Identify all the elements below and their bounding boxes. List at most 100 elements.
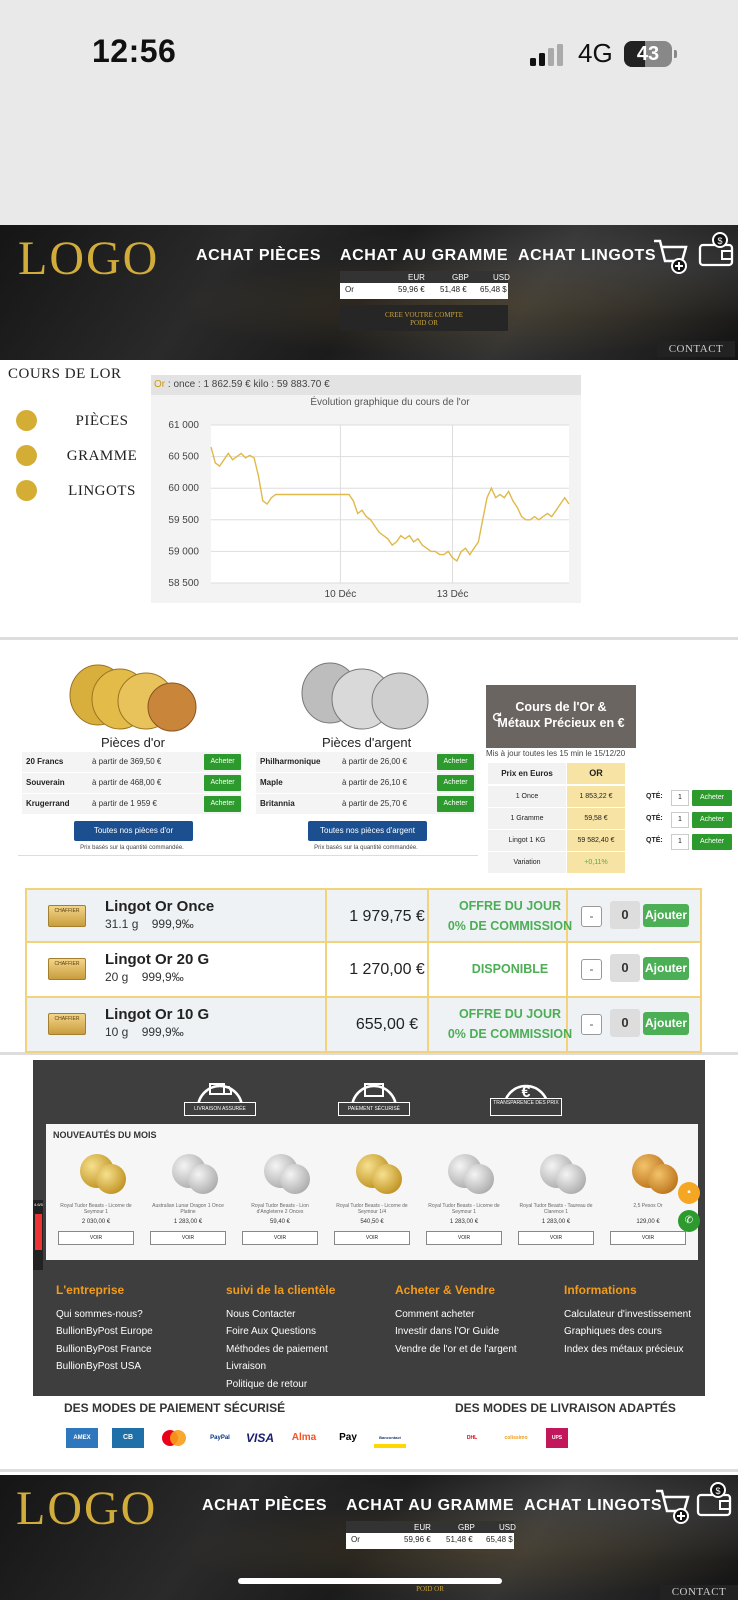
footer-link[interactable]: BullionByPost Europe <box>56 1323 153 1341</box>
gold-price-table: EUR GBP USD Or 59,96 €51,48 €65,48 $ <box>346 1521 516 1549</box>
buy-button[interactable]: Acheter <box>437 796 474 812</box>
qty-input[interactable]: 0 <box>610 954 640 982</box>
decrease-button[interactable]: - <box>581 1014 602 1035</box>
add-button[interactable]: Ajouter <box>643 904 689 927</box>
contact-link[interactable]: CONTACT <box>660 1585 738 1600</box>
add-button[interactable]: Ajouter <box>643 1012 689 1035</box>
footer-link[interactable]: Vendre de l'or et de l'argent <box>395 1341 517 1359</box>
product-card[interactable]: 2,5 Pesos Or 129,00 € VOIR <box>610 1154 686 1260</box>
wallet-icon[interactable]: $ <box>696 1481 734 1519</box>
view-button[interactable]: VOIR <box>610 1231 686 1245</box>
create-account-link[interactable]: POID OR <box>346 1585 514 1599</box>
site-header: LOGO ACHAT PIÈCES ACHAT AU GRAMME ACHAT … <box>0 225 738 360</box>
buy-button[interactable]: Acheter <box>437 754 474 770</box>
product-card[interactable]: Royal Tudor Beasts - Licorne de Seymour … <box>334 1154 410 1260</box>
product-card[interactable]: Royal Tudor Beasts - Taureau de Clarence… <box>518 1154 594 1260</box>
qty-input[interactable]: 0 <box>610 901 640 929</box>
product-card[interactable]: Royal Tudor Beasts - Lion d'Angleterre 2… <box>242 1154 318 1260</box>
qty-input[interactable]: 1 <box>671 834 689 850</box>
menu-gramme[interactable]: GRAMME <box>16 445 156 467</box>
gold-price-table: EUR GBP USD Or 59,96 €51,48 €65,48 $ <box>340 271 510 299</box>
site-logo[interactable]: LOGO <box>16 1481 157 1536</box>
x-tick-label: 10 Déc <box>325 589 357 600</box>
nav-achat-gramme[interactable]: ACHAT AU GRAMME <box>346 1497 514 1515</box>
footer-link[interactable]: Politique de retour <box>226 1376 335 1394</box>
footer-link[interactable]: Livraison <box>226 1358 335 1376</box>
buy-button[interactable]: Acheter <box>204 796 241 812</box>
product-name: Royal Tudor Beasts - Lion d'Angleterre 2… <box>251 1203 309 1215</box>
payment-title: DES MODES DE PAIEMENT SÉCURISÉ <box>64 1401 286 1415</box>
nav-achat-lingots[interactable]: ACHAT LINGOTS <box>524 1497 662 1515</box>
y-tick-label: 60 500 <box>168 452 199 463</box>
menu-pieces[interactable]: PIÈCES <box>16 410 156 432</box>
footer-link[interactable]: Nous Contacter <box>226 1306 335 1324</box>
view-button[interactable]: VOIR <box>334 1231 410 1245</box>
footer-link[interactable]: Comment acheter <box>395 1306 517 1324</box>
home-indicator[interactable] <box>238 1578 502 1584</box>
menu-lingots[interactable]: LINGOTS <box>16 480 156 502</box>
badge-livraison: LIVRAISON ASSURÉE <box>184 1064 256 1116</box>
view-button[interactable]: VOIR <box>58 1231 134 1245</box>
footer-link[interactable]: Qui sommes-nous? <box>56 1306 153 1324</box>
nav-achat-pieces[interactable]: ACHAT PIÈCES <box>196 247 321 265</box>
footer-link[interactable]: Index des métaux précieux <box>564 1341 691 1359</box>
footer-link[interactable]: Graphiques des cours <box>564 1323 691 1341</box>
colissimo-icon: colissimo <box>504 1435 528 1441</box>
view-button[interactable]: VOIR <box>518 1231 594 1245</box>
product-name: Australian Lunar Dragon 1 Once Platine <box>152 1203 224 1215</box>
footer-link[interactable]: Calculateur d'investissement <box>564 1306 691 1324</box>
gold-coins-title: Pièces d'or <box>101 735 165 750</box>
view-button[interactable]: VOIR <box>150 1231 226 1245</box>
nav-achat-pieces[interactable]: ACHAT PIÈCES <box>202 1497 327 1515</box>
price-note: Prix basés sur la quantité commandée. <box>314 845 418 851</box>
qty-input[interactable]: 1 <box>671 812 689 828</box>
ingot-image: CHAFFIER <box>48 1013 86 1035</box>
buy-button[interactable]: Acheter <box>204 775 241 791</box>
x-tick-label: 13 Déc <box>437 589 469 600</box>
qty-input[interactable]: 1 <box>671 790 689 806</box>
status-bar: 12:56 4G 43 <box>0 0 738 225</box>
cart-add-icon[interactable] <box>654 1485 694 1525</box>
product-card[interactable]: Australian Lunar Dragon 1 Once Platine 1 … <box>150 1154 226 1260</box>
add-button[interactable]: Ajouter <box>643 957 689 980</box>
footer-link[interactable]: Investir dans l'Or Guide <box>395 1323 517 1341</box>
all-silver-coins-button[interactable]: Toutes nos pièces d'argent <box>308 821 427 841</box>
decrease-button[interactable]: - <box>581 959 602 980</box>
svg-text:$: $ <box>715 1486 720 1496</box>
buy-button[interactable]: Acheter <box>437 775 474 791</box>
product-card[interactable]: Royal Tudor Beasts - Licorne de Seymour … <box>58 1154 134 1260</box>
cart-add-icon[interactable] <box>652 235 692 275</box>
wallet-icon[interactable]: $ <box>698 231 736 269</box>
create-account-link[interactable]: CREE VOUTRE COMPTE POID OR <box>340 305 508 331</box>
silver-coins-title: Pièces d'argent <box>322 735 412 750</box>
view-button[interactable]: VOIR <box>242 1231 318 1245</box>
footer-link[interactable]: BullionByPost USA <box>56 1358 153 1376</box>
buy-button[interactable]: Acheter <box>692 834 732 850</box>
y-tick-label: 61 000 <box>168 420 199 431</box>
coin-image <box>464 1164 494 1194</box>
site-logo[interactable]: LOGO <box>18 231 159 286</box>
footer-link[interactable]: Méthodes de paiement <box>226 1341 335 1359</box>
phone-float-button[interactable]: ✆ <box>678 1210 700 1232</box>
contact-link[interactable]: CONTACT <box>657 341 735 357</box>
qty-input[interactable]: 0 <box>610 1009 640 1037</box>
decrease-button[interactable]: - <box>581 906 602 927</box>
buy-button[interactable]: Acheter <box>204 754 241 770</box>
refresh-icon[interactable] <box>492 712 502 722</box>
all-gold-coins-button[interactable]: Toutes nos pièces d'or <box>74 821 193 841</box>
battery-icon: 43 <box>624 41 672 67</box>
product-card[interactable]: Royal Tudor Beasts - Licorne de Seymour … <box>426 1154 502 1260</box>
footer-section: LIVRAISON ASSURÉE PAIEMENT SÉCURISÉ € TR… <box>0 1058 738 1472</box>
coin-image <box>648 1164 678 1194</box>
footer-link[interactable]: Foire Aux Questions <box>226 1323 335 1341</box>
nav-achat-gramme[interactable]: ACHAT AU GRAMME <box>340 247 508 265</box>
footer-link[interactable]: BullionByPost France <box>56 1341 153 1359</box>
buy-button[interactable]: Acheter <box>692 790 732 806</box>
view-button[interactable]: VOIR <box>426 1231 502 1245</box>
nav-achat-lingots[interactable]: ACHAT LINGOTS <box>518 247 656 265</box>
reviews-tab[interactable]: 4.6/5 <box>33 1200 43 1270</box>
buy-button[interactable]: Acheter <box>692 812 732 828</box>
network-label: 4G <box>578 38 613 68</box>
cart-float-button[interactable]: ▪ <box>678 1182 700 1204</box>
new-products-panel: NOUVEAUTÉS DU MOIS Royal Tudor Beasts - … <box>46 1124 698 1260</box>
